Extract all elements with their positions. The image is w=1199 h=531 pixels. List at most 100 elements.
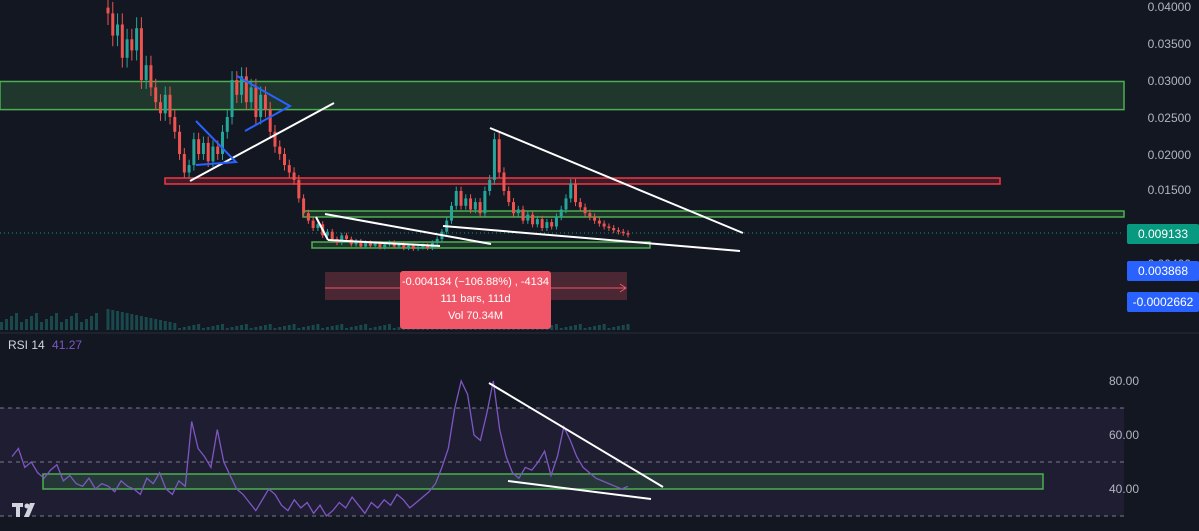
candle-body (216, 146, 220, 154)
volume-bar (173, 323, 177, 330)
candle-body (512, 202, 516, 214)
volume-bar (106, 309, 110, 330)
volume-bar (5, 319, 8, 330)
volume-bar (144, 317, 148, 330)
candle-body (168, 94, 172, 117)
volume-bar (135, 315, 139, 330)
volume-bar (259, 326, 263, 330)
candle-body (545, 222, 549, 228)
candle-body (330, 231, 334, 240)
measure-price-tag-lower: -0.0002662 (1127, 292, 1199, 312)
candle-body (316, 224, 320, 228)
volume-bar (25, 319, 28, 330)
price-tick: 0.01500 (1147, 183, 1191, 197)
candle-body (220, 131, 224, 154)
volume-bar (60, 322, 63, 330)
volume-bar (578, 324, 582, 330)
volume-bar (373, 327, 377, 330)
volume-bar (80, 322, 83, 330)
volume-bar (0, 322, 3, 330)
volume-bar (197, 324, 201, 330)
support-zone-green (302, 210, 1125, 218)
candle-body (158, 102, 162, 114)
volume-bar (254, 327, 258, 330)
candle-body (526, 214, 530, 221)
volume-bar (220, 324, 224, 330)
volume-bar (65, 319, 68, 330)
volume-bar (130, 314, 134, 330)
candle-body (407, 245, 411, 248)
volume-bar (321, 328, 325, 330)
volume-bar (116, 311, 120, 330)
rsi-value: 41.27 (52, 338, 83, 352)
measure-bars: 111 bars, 111d (440, 293, 511, 305)
volume-bar (244, 324, 248, 330)
candle-body (569, 183, 573, 199)
candle-body (593, 216, 597, 221)
volume-bar (554, 324, 558, 330)
candle-body (106, 7, 110, 14)
candle-body (211, 146, 215, 162)
candle-body (535, 219, 539, 225)
tradingview-logo[interactable] (12, 500, 40, 520)
volume-bar (149, 318, 153, 330)
candle-body (616, 230, 620, 232)
volume-bar (392, 328, 396, 330)
volume-bar (163, 321, 167, 330)
volume-bar (154, 319, 158, 330)
candle-body (516, 209, 520, 214)
volume-bar (40, 322, 43, 330)
candle-body (201, 142, 205, 154)
candle-body (192, 139, 196, 166)
volume-bar (10, 316, 13, 330)
volume-bar (368, 328, 372, 330)
volume-bar (158, 320, 162, 330)
measure-volume: Vol 70.34M (447, 310, 504, 322)
volume-bar (75, 313, 78, 330)
volume-bar (249, 328, 253, 330)
candle-body (154, 87, 158, 103)
volume-bar (316, 324, 320, 330)
candle-body (283, 154, 287, 166)
volume-bar (588, 327, 592, 330)
volume-bar (349, 327, 353, 330)
volume-bar (95, 313, 98, 330)
candle-body (473, 202, 477, 210)
candle-body (602, 223, 606, 227)
candle-body (488, 179, 492, 191)
candle-body (550, 222, 554, 227)
candle-body (163, 94, 167, 114)
rsi-legend[interactable]: RSI 14 41.27 (8, 338, 82, 352)
price-tick: 0.03500 (1147, 37, 1191, 51)
candle-body (373, 243, 377, 246)
volume-bar (359, 325, 363, 330)
candle-body (263, 94, 267, 110)
price-tick: 0.02500 (1147, 111, 1191, 125)
volume-bar (597, 325, 601, 330)
candle-body (454, 191, 458, 206)
chart-canvas[interactable] (0, 0, 1199, 531)
price-tick: 0.02000 (1147, 148, 1191, 162)
volume-bar (311, 325, 315, 330)
candle-body (311, 220, 315, 228)
volume-bar (612, 327, 616, 330)
volume-bar (335, 325, 339, 330)
volume-bar (178, 328, 182, 330)
volume-bar (20, 322, 23, 330)
volume-bar (583, 328, 587, 330)
candle-body (588, 213, 592, 217)
candle-body (120, 24, 124, 58)
candle-body (469, 198, 473, 210)
candle-body (521, 209, 525, 221)
candle-body (554, 216, 558, 227)
candle-body (621, 231, 625, 234)
candle-body (459, 191, 463, 206)
volume-bar (616, 326, 620, 330)
volume-bar (292, 324, 296, 330)
candle-body (302, 198, 306, 214)
candle-body (497, 139, 501, 173)
volume-bar (45, 319, 48, 330)
candle-body (259, 94, 263, 117)
candle-body (378, 243, 382, 248)
volume-bar (383, 325, 387, 330)
